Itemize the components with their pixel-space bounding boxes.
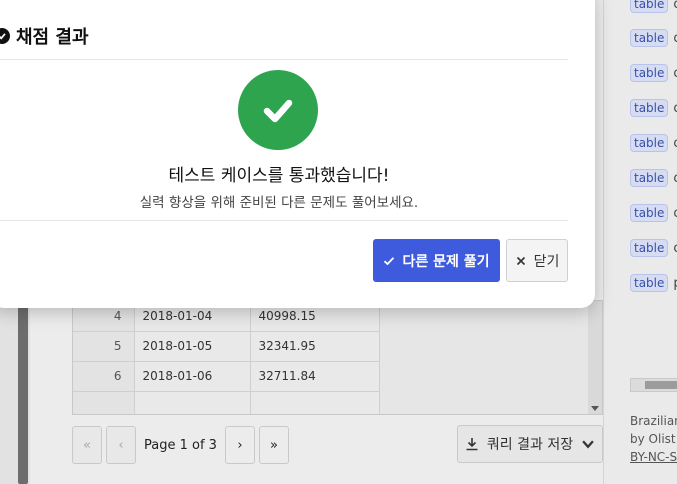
modal-title: 채점 결과	[0, 23, 89, 49]
success-check-icon	[238, 70, 318, 150]
close-button[interactable]: 닫기	[506, 239, 568, 282]
check-circle-icon	[0, 28, 10, 44]
close-button-label: 닫기	[533, 253, 560, 270]
solve-another-problem-button[interactable]: 다른 문제 풀기	[373, 239, 500, 282]
success-message: 테스트 케이스를 통과했습니다!	[168, 166, 390, 186]
modal-divider	[0, 220, 568, 221]
check-icon	[383, 255, 395, 267]
modal-title-text: 채점 결과	[16, 27, 89, 48]
solve-another-problem-label: 다른 문제 풀기	[402, 253, 490, 270]
close-icon	[515, 255, 527, 267]
grading-result-modal: 채점 결과 테스트 케이스를 통과했습니다! 실력 향상을 위해 준비된 다른 …	[0, 0, 595, 308]
success-subtext: 실력 향상을 위해 준비된 다른 문제도 풀어보세요.	[139, 195, 419, 211]
modal-header: 채점 결과	[0, 0, 568, 60]
